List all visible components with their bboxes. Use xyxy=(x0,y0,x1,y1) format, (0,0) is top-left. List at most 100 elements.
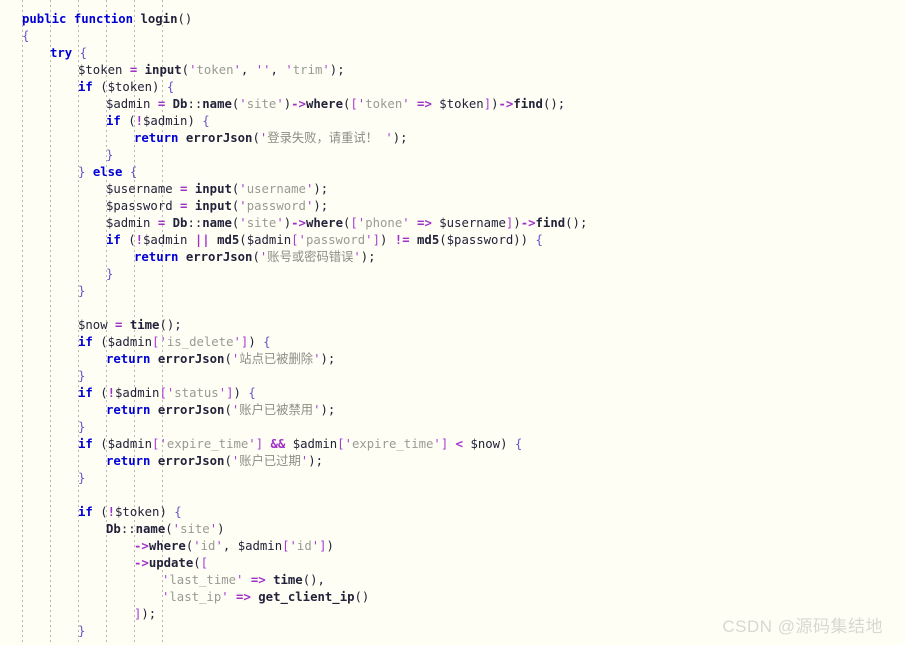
token-punc xyxy=(229,590,236,604)
code-line[interactable]: } xyxy=(0,368,905,385)
token-q: ' xyxy=(233,63,241,77)
token-str: status xyxy=(174,386,219,400)
code-line[interactable] xyxy=(0,300,905,317)
token-op: -> xyxy=(134,556,149,570)
code-line[interactable]: return errorJson('账户已过期'); xyxy=(0,453,905,470)
token-op: => xyxy=(417,97,432,111)
token-brace: { xyxy=(535,233,543,247)
token-var: $token xyxy=(78,63,123,77)
token-punc: ( xyxy=(120,114,136,128)
code-line[interactable]: if ($token) { xyxy=(0,79,905,96)
token-var: $admin xyxy=(106,216,151,230)
token-q: [ xyxy=(337,437,345,451)
token-kw: if xyxy=(78,80,93,94)
code-line[interactable]: ->update([ xyxy=(0,555,905,572)
token-punc: ); xyxy=(329,63,345,77)
token-fn: input xyxy=(194,182,232,196)
token-punc: ( xyxy=(92,505,108,519)
code-line[interactable]: $admin = Db::name('site')->where(['token… xyxy=(0,96,905,113)
token-punc: ) xyxy=(217,522,225,536)
token-fn: find xyxy=(535,216,566,230)
token-op: || xyxy=(194,233,210,247)
token-punc: ) xyxy=(379,233,395,247)
token-punc xyxy=(263,437,270,451)
token-kw: return xyxy=(106,352,151,366)
code-line[interactable]: $username = input('username'); xyxy=(0,181,905,198)
token-fn: errorJson xyxy=(157,403,225,417)
token-kw: return xyxy=(106,454,151,468)
token-punc: , xyxy=(270,63,286,77)
code-line[interactable]: ->where('id', $admin['id']) xyxy=(0,538,905,555)
code-line[interactable]: if (!$admin['status']) { xyxy=(0,385,905,402)
token-kw: return xyxy=(134,131,179,145)
token-punc: ( xyxy=(224,454,232,468)
token-q: ' xyxy=(172,522,181,536)
token-punc xyxy=(85,165,92,179)
token-op: -> xyxy=(134,539,149,553)
token-op: ! xyxy=(107,505,116,519)
token-kw: try xyxy=(50,46,73,60)
token-op: ! xyxy=(107,386,116,400)
code-line[interactable]: } xyxy=(0,147,905,164)
token-q: ' xyxy=(402,216,410,230)
code-line[interactable]: } xyxy=(0,283,905,300)
code-line[interactable]: public function login() xyxy=(0,11,905,28)
token-fn: find xyxy=(513,97,543,111)
token-punc: :: xyxy=(120,522,136,536)
code-line[interactable]: if (!$token) { xyxy=(0,504,905,521)
token-punc: ); xyxy=(360,250,376,264)
token-q: [ xyxy=(291,233,299,247)
code-line[interactable]: } else { xyxy=(0,164,905,181)
code-line[interactable]: try { xyxy=(0,45,905,62)
code-line[interactable]: } xyxy=(0,470,905,487)
token-fn: name xyxy=(202,216,232,230)
token-fn: update xyxy=(148,556,194,570)
token-punc xyxy=(165,97,172,111)
code-line[interactable]: return errorJson('站点已被删除'); xyxy=(0,351,905,368)
code-editor[interactable]: public function login(){try {$token = in… xyxy=(0,0,905,645)
code-line[interactable]: $admin = Db::name('site')->where(['phone… xyxy=(0,215,905,232)
code-line[interactable]: } xyxy=(0,266,905,283)
code-line[interactable]: Db::name('site') xyxy=(0,521,905,538)
token-q: [ xyxy=(282,539,290,553)
code-line[interactable]: 'last_ip' => get_client_ip() xyxy=(0,589,905,606)
code-line[interactable]: return errorJson('账户已被禁用'); xyxy=(0,402,905,419)
token-op: -> xyxy=(498,97,514,111)
code-line[interactable]: if (!$admin) { xyxy=(0,113,905,130)
token-punc: ) xyxy=(491,97,499,111)
code-line[interactable]: if (!$admin || md5($admin['password']) !… xyxy=(0,232,905,249)
code-line[interactable]: $token = input('token', '', 'trim'); xyxy=(0,62,905,79)
code-line[interactable]: return errorJson('账号或密码错误'); xyxy=(0,249,905,266)
token-punc xyxy=(187,233,194,247)
token-q: ' xyxy=(239,97,247,111)
token-punc: ); xyxy=(392,131,408,145)
token-q: ] xyxy=(226,386,234,400)
code-line[interactable]: $password = input('password'); xyxy=(0,198,905,215)
token-kw: else xyxy=(92,165,123,179)
token-q: ] xyxy=(319,539,327,553)
token-brace: { xyxy=(22,29,30,43)
token-punc xyxy=(410,233,417,247)
code-line[interactable] xyxy=(0,487,905,504)
code-line[interactable]: if ($admin['expire_time'] && $admin['exp… xyxy=(0,436,905,453)
token-kw: if xyxy=(78,335,93,349)
token-brace: } xyxy=(78,420,86,434)
code-line[interactable]: return errorJson('登录失败，请重试！ '); xyxy=(0,130,905,147)
code-content[interactable]: public function login(){try {$token = in… xyxy=(0,0,905,640)
code-line[interactable]: if ($admin['is_delete']) { xyxy=(0,334,905,351)
code-line[interactable]: $now = time(); xyxy=(0,317,905,334)
token-brace: } xyxy=(106,267,114,281)
code-line[interactable]: { xyxy=(0,28,905,45)
token-fn: get_client_ip xyxy=(258,590,355,604)
code-line[interactable]: } xyxy=(0,419,905,436)
token-punc xyxy=(72,46,79,60)
token-punc: ( xyxy=(181,63,190,77)
token-q: ] xyxy=(255,437,264,451)
code-line[interactable]: 'last_time' => time(), xyxy=(0,572,905,589)
token-op: < xyxy=(455,437,464,451)
token-punc xyxy=(150,97,157,111)
token-fn: where xyxy=(305,216,343,230)
token-q: ' xyxy=(248,437,256,451)
token-fn: errorJson xyxy=(185,131,253,145)
token-punc: ) xyxy=(159,505,175,519)
